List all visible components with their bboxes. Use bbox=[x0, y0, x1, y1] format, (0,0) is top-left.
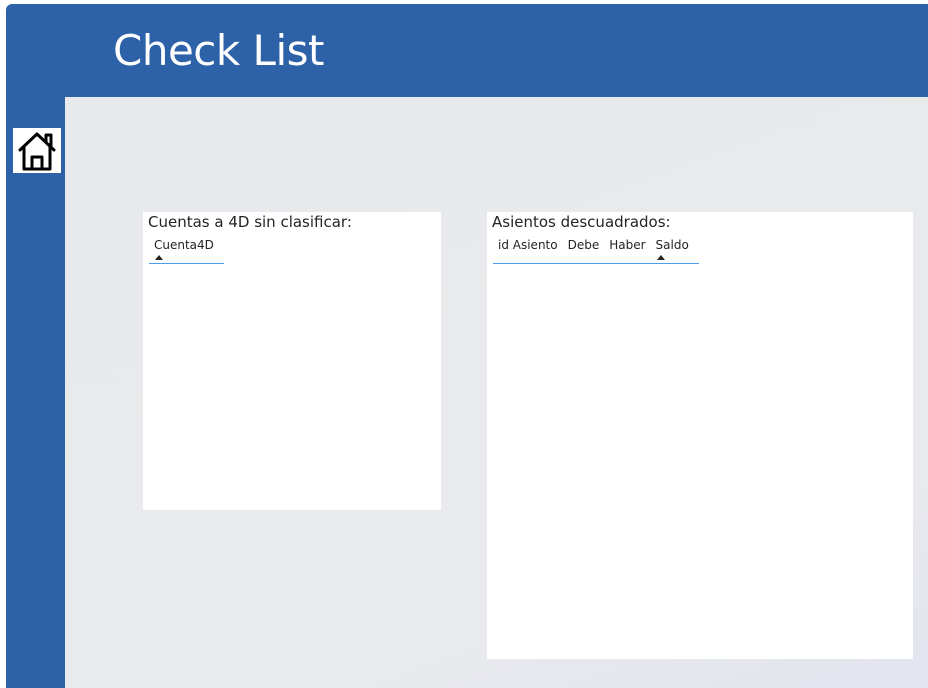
home-icon bbox=[18, 132, 56, 170]
column-header-label: Saldo bbox=[655, 238, 689, 252]
asientos-column-headers: id Asiento Debe Haber Saldo bbox=[493, 238, 699, 264]
page-title: Check List bbox=[113, 26, 324, 75]
column-header-label: id Asiento bbox=[498, 238, 558, 252]
report-canvas: Cuentas a 4D sin clasificar: Cuenta4D As… bbox=[65, 97, 928, 688]
column-header-debe[interactable]: Debe bbox=[568, 238, 610, 252]
column-header-label: Cuenta4D bbox=[154, 238, 214, 252]
column-header-haber[interactable]: Haber bbox=[609, 238, 655, 252]
cuentas-column-headers: Cuenta4D bbox=[149, 238, 224, 264]
cuentas-panel-title: Cuentas a 4D sin clasificar: bbox=[148, 213, 352, 231]
cuentas-table-visual[interactable]: Cuentas a 4D sin clasificar: Cuenta4D bbox=[143, 212, 441, 510]
column-header-saldo[interactable]: Saldo bbox=[655, 238, 699, 260]
column-header-cuenta4d[interactable]: Cuenta4D bbox=[154, 238, 224, 260]
sort-ascending-icon bbox=[155, 255, 163, 260]
column-header-label: Debe bbox=[567, 238, 600, 252]
column-header-id-asiento[interactable]: id Asiento bbox=[498, 238, 568, 252]
asientos-table-visual[interactable]: Asientos descuadrados: id Asiento Debe H… bbox=[487, 212, 913, 659]
sort-ascending-icon bbox=[656, 255, 665, 260]
asientos-panel-title: Asientos descuadrados: bbox=[492, 213, 671, 231]
home-button[interactable] bbox=[13, 128, 61, 173]
report-frame: Check List Cuentas a 4D sin clasificar: … bbox=[6, 4, 928, 688]
column-header-label: Haber bbox=[609, 238, 646, 252]
